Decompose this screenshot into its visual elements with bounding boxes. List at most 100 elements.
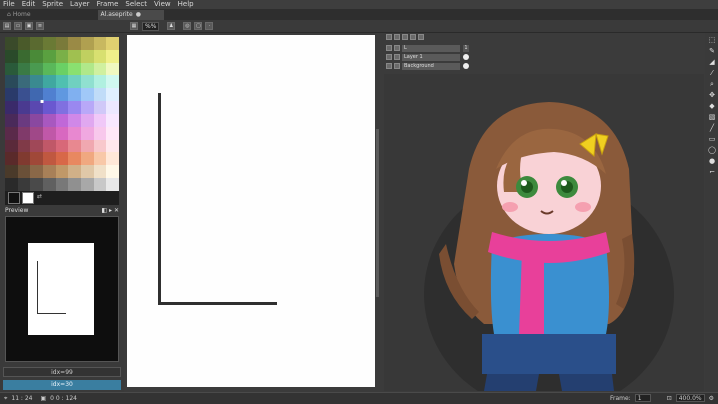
palette-swatch[interactable] — [68, 49, 81, 63]
blur-icon[interactable]: ● — [708, 157, 716, 165]
close-icon[interactable]: ● — [136, 11, 141, 18]
palette-swatch[interactable] — [30, 178, 43, 191]
palette-swatch[interactable] — [81, 165, 94, 179]
palette-swatch[interactable] — [17, 178, 31, 191]
palette-swatch[interactable] — [5, 165, 18, 179]
palette-swatch[interactable] — [55, 37, 69, 50]
palette-swatch[interactable] — [81, 113, 94, 127]
palette-swatch[interactable] — [43, 75, 56, 89]
palette-swatch[interactable] — [106, 152, 119, 166]
palette-swatch[interactable] — [68, 88, 81, 102]
palette-swatch[interactable] — [55, 75, 69, 89]
palette-swatch[interactable] — [5, 62, 18, 76]
palette-swatch[interactable] — [43, 49, 56, 63]
palette-swatch[interactable] — [93, 49, 107, 63]
palette-swatch[interactable] — [55, 88, 69, 102]
palette-swatch[interactable] — [43, 178, 56, 191]
palette-swatch[interactable] — [81, 88, 94, 102]
palette-swatch[interactable] — [106, 113, 119, 127]
eye-icon[interactable] — [386, 63, 392, 69]
tab-home[interactable]: ⌂ Home — [4, 10, 34, 20]
palette-swatch[interactable] — [5, 101, 18, 114]
palette-swatch[interactable] — [106, 126, 119, 140]
frame-number[interactable]: 1 — [463, 44, 469, 52]
palette-swatch[interactable] — [43, 88, 56, 102]
palette-swatch[interactable] — [30, 152, 43, 166]
palette-swatch[interactable] — [17, 62, 31, 76]
color-palette[interactable] — [5, 37, 119, 191]
menu-frame[interactable]: Frame — [97, 0, 119, 9]
palette-swatch[interactable] — [93, 88, 107, 102]
lock-icon[interactable] — [394, 63, 400, 69]
palette-swatch[interactable] — [55, 49, 69, 63]
palette-swatch[interactable] — [68, 152, 81, 166]
palette-swatch[interactable] — [5, 88, 18, 102]
palette-swatch[interactable] — [43, 37, 56, 50]
preview-controls[interactable]: ◧ ▸ ✕ — [101, 207, 119, 215]
palette-swatch[interactable] — [55, 152, 69, 166]
palette-swatch[interactable] — [5, 152, 18, 166]
play-icon[interactable] — [402, 34, 408, 40]
save-icon[interactable]: ▣ — [25, 22, 33, 30]
vertical-scrollbar[interactable] — [376, 129, 379, 297]
line-icon[interactable]: ╱ — [708, 124, 716, 132]
index-button-2[interactable]: idx=30 — [3, 380, 121, 390]
move-icon[interactable]: ✥ — [708, 91, 716, 99]
menu-edit[interactable]: Edit — [22, 0, 36, 9]
palette-swatch[interactable] — [68, 75, 81, 89]
palette-swatch[interactable] — [30, 75, 43, 89]
palette-swatch[interactable] — [17, 101, 31, 114]
ellipse-icon[interactable]: ◯ — [708, 146, 716, 154]
palette-swatch[interactable] — [43, 152, 56, 166]
palette-swatch[interactable] — [5, 178, 18, 191]
gradient-icon[interactable]: ▧ — [708, 113, 716, 121]
palette-swatch[interactable] — [93, 101, 107, 114]
palette-swatch[interactable] — [93, 126, 107, 140]
marquee-icon[interactable]: ⬚ — [708, 36, 716, 44]
palette-swatch[interactable] — [5, 113, 18, 127]
zoom-field[interactable]: 400.0% — [675, 394, 705, 402]
last-frame-icon[interactable] — [418, 34, 424, 40]
palette-swatch[interactable] — [68, 101, 81, 114]
frame-icon[interactable]: ▢ — [194, 22, 203, 30]
prev-frame-icon[interactable] — [394, 34, 400, 40]
zoom-field[interactable]: %% — [142, 21, 160, 31]
palette-swatch[interactable] — [106, 49, 119, 63]
palette-swatch[interactable] — [93, 75, 107, 89]
palette-swatch[interactable] — [30, 165, 43, 179]
palette-swatch[interactable] — [30, 49, 43, 63]
palette-swatch[interactable] — [43, 126, 56, 140]
palette-swatch[interactable] — [43, 113, 56, 127]
palette-swatch[interactable] — [17, 165, 31, 179]
layer-row[interactable]: L 1 — [384, 44, 492, 52]
palette-swatch[interactable] — [106, 62, 119, 76]
palette-swatch[interactable] — [68, 165, 81, 179]
palette-swatch[interactable] — [81, 152, 94, 166]
palette-swatch[interactable] — [106, 178, 119, 191]
more-icon[interactable]: · — [205, 22, 214, 30]
palette-swatch[interactable] — [68, 178, 81, 191]
palette-swatch[interactable] — [93, 152, 107, 166]
layer-row[interactable]: Background — [384, 62, 492, 70]
palette-swatch[interactable] — [81, 101, 94, 114]
palette-swatch[interactable] — [68, 126, 81, 140]
palette-swatch[interactable] — [93, 178, 107, 191]
eyedropper-icon[interactable]: ⁄ — [708, 69, 716, 77]
palette-swatch[interactable] — [43, 101, 56, 114]
menu-help[interactable]: Help — [178, 0, 194, 9]
palette-swatch[interactable] — [5, 139, 18, 153]
palette-swatch[interactable] — [5, 49, 18, 63]
palette-swatch[interactable] — [81, 49, 94, 63]
rectangle-icon[interactable]: ▭ — [708, 135, 716, 143]
palette-swatch[interactable] — [106, 165, 119, 179]
palette-swatch[interactable] — [30, 126, 43, 140]
layer-name[interactable]: Background — [402, 62, 460, 70]
palette-swatch[interactable] — [106, 75, 119, 89]
palette-swatch[interactable] — [55, 113, 69, 127]
background-color[interactable] — [22, 192, 34, 204]
menu-select[interactable]: Select — [125, 0, 147, 9]
palette-swatch[interactable] — [81, 62, 94, 76]
palette-swatch[interactable] — [17, 152, 31, 166]
palette-swatch[interactable] — [55, 165, 69, 179]
palette-swatch[interactable] — [17, 139, 31, 153]
